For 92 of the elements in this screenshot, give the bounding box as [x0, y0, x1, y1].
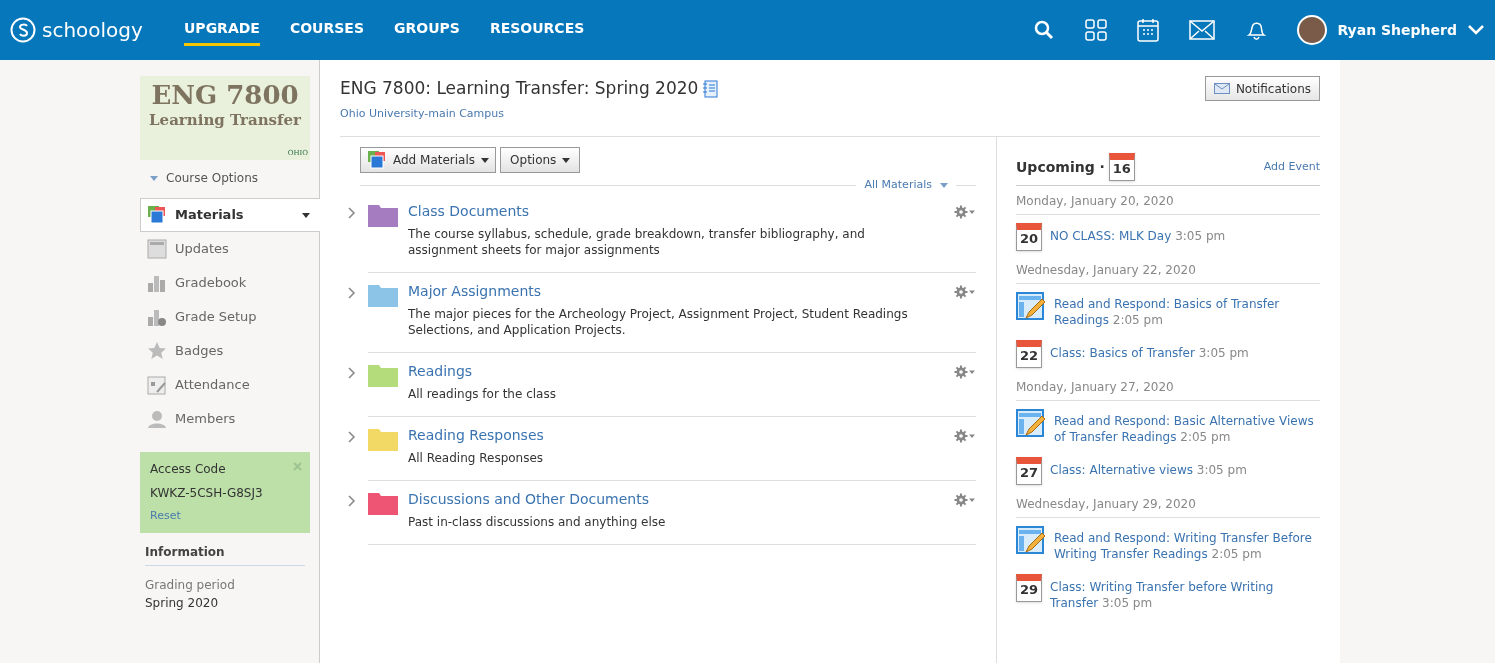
page-icon [147, 239, 167, 259]
user-name[interactable]: Ryan Shepherd [1337, 19, 1457, 41]
gear-menu-icon[interactable] [954, 285, 976, 299]
calendar-icon[interactable] [1137, 18, 1160, 42]
event-link[interactable]: NO CLASS: MLK Day 3:05 pm [1050, 228, 1226, 244]
person-icon [147, 409, 167, 429]
event-link[interactable]: Read and Respond: Basic Alternative Views of Transfer Readings 2:05 pm [1054, 413, 1320, 445]
bell-icon[interactable] [1245, 19, 1268, 41]
folder-title[interactable]: Discussions and Other Documents [408, 489, 944, 510]
search-icon[interactable] [1033, 19, 1056, 41]
event-link[interactable]: Class: Writing Transfer before Writing Transfer 3:05 pm [1050, 579, 1320, 611]
course-options-link[interactable]: Course Options [166, 169, 258, 187]
gear-menu-icon[interactable] [954, 205, 976, 219]
calendar-day: 27 [1017, 464, 1041, 482]
chart-gear-icon [147, 307, 167, 327]
sidebar-nav-item[interactable]: Members [140, 402, 319, 436]
sidebar-nav-item[interactable]: Updates [140, 232, 319, 266]
caret-down-icon [562, 157, 571, 163]
access-code: KWKZ-5CSH-G8SJ3 [150, 485, 264, 502]
folder-description: Past in-class discussions and anything else [408, 514, 667, 530]
add-event-link[interactable]: Add Event [1263, 158, 1320, 176]
folder-description: All readings for the class [408, 386, 557, 402]
event-link[interactable]: Read and Respond: Writing Transfer Before Writing Transfer Readings 2:05 pm [1054, 530, 1320, 562]
sidebar-nav-item[interactable]: Materials [140, 198, 320, 232]
grid-icon[interactable] [1085, 19, 1108, 41]
envelope-icon [1213, 83, 1230, 94]
event-link[interactable]: Class: Alternative views 3:05 pm [1050, 462, 1247, 478]
course-image-title: ENG 7800 [151, 80, 299, 110]
sidebar-nav-item[interactable]: Grade Setup [140, 300, 319, 334]
event-link[interactable]: Read and Respond: Basics of Transfer Readings 2:05 pm [1054, 296, 1320, 328]
all-materials-filter[interactable]: All Materials [856, 176, 956, 194]
chevron-right-icon[interactable] [348, 287, 356, 299]
access-code-title: Access Code [150, 461, 226, 478]
chevron-right-icon[interactable] [348, 495, 356, 507]
notifications-button[interactable]: Notifications [1204, 76, 1320, 101]
grading-period-label: Grading period [145, 576, 236, 594]
course-image-subtitle: Learning Transfer [149, 110, 301, 130]
chevron-right-icon[interactable] [348, 367, 356, 379]
folder-title[interactable]: Major Assignments [408, 281, 944, 302]
sidebar-nav-item[interactable]: Attendance [140, 368, 319, 402]
caret-down-icon [150, 175, 158, 181]
calendar-pencil-icon [147, 375, 167, 395]
layered-squares-icon [147, 205, 167, 225]
brand-name: schoology [42, 17, 143, 44]
sidebar-nav-item[interactable]: Gradebook [140, 266, 319, 300]
folder-title[interactable]: Reading Responses [408, 425, 944, 446]
date-heading: Monday, January 27, 2020 [1016, 378, 1320, 401]
assignment-pencil-icon [1016, 292, 1046, 322]
event-link[interactable]: Class: Basics of Transfer 3:05 pm [1050, 345, 1249, 361]
information-heading: Information [145, 542, 305, 566]
folder-title[interactable]: Readings [408, 361, 944, 382]
nav-link[interactable]: GROUPS [394, 14, 460, 46]
calendar-day: 16 [1109, 160, 1134, 178]
caret-down-icon[interactable] [940, 182, 948, 188]
course-title: ENG 7800: Learning Transfer: Spring 2020 [340, 77, 699, 100]
gear-menu-icon[interactable] [954, 493, 976, 507]
nav-link[interactable]: RESOURCES [489, 14, 585, 46]
grading-period-value: Spring 2020 [145, 594, 220, 612]
calendar-day: 22 [1017, 347, 1041, 365]
reset-link[interactable]: Reset [150, 508, 300, 525]
date-heading: Monday, January 20, 2020 [1016, 192, 1320, 215]
assignment-pencil-icon [1016, 409, 1046, 439]
layered-squares-icon [367, 150, 387, 170]
logo-icon [10, 17, 36, 43]
calendar-day: 29 [1017, 581, 1041, 599]
folder-title[interactable]: Class Documents [408, 201, 944, 222]
folder-description: The course syllabus, schedule, grade breakdown, transfer bibliography, and assignment sheets for major assignments [408, 226, 866, 258]
assignment-pencil-icon [1016, 526, 1046, 556]
nav-link[interactable]: COURSES [289, 14, 364, 46]
nav-link[interactable]: UPGRADE [184, 14, 260, 46]
options-button[interactable]: Options [500, 147, 581, 173]
star-icon [147, 341, 167, 361]
caret-down-icon [481, 157, 490, 163]
school-link[interactable]: Ohio University-main Campus [340, 105, 719, 122]
date-heading: Wednesday, January 29, 2020 [1016, 495, 1320, 518]
avatar[interactable] [1297, 15, 1328, 45]
gear-menu-icon[interactable] [954, 365, 976, 379]
envelope-icon[interactable] [1189, 20, 1216, 40]
calendar-day: 20 [1017, 230, 1041, 248]
chevron-right-icon[interactable] [348, 431, 356, 443]
notebook-icon [702, 79, 719, 98]
caret-down-icon [302, 212, 310, 218]
upcoming-heading: Upcoming · [1016, 157, 1105, 177]
folder-description: The major pieces for the Archeology Project, Assignment Project, Student Readings Selections, and Application Projects. [408, 306, 909, 338]
add-materials-button[interactable]: Add Materials [360, 147, 497, 173]
folder-description: All Reading Responses [408, 450, 545, 466]
sidebar-nav-item[interactable]: Badges [140, 334, 319, 368]
gear-menu-icon[interactable] [954, 429, 976, 443]
date-heading: Wednesday, January 22, 2020 [1016, 261, 1320, 284]
bar-chart-icon [147, 273, 167, 293]
chevron-down-icon[interactable] [1467, 24, 1485, 36]
chevron-right-icon[interactable] [348, 207, 356, 219]
